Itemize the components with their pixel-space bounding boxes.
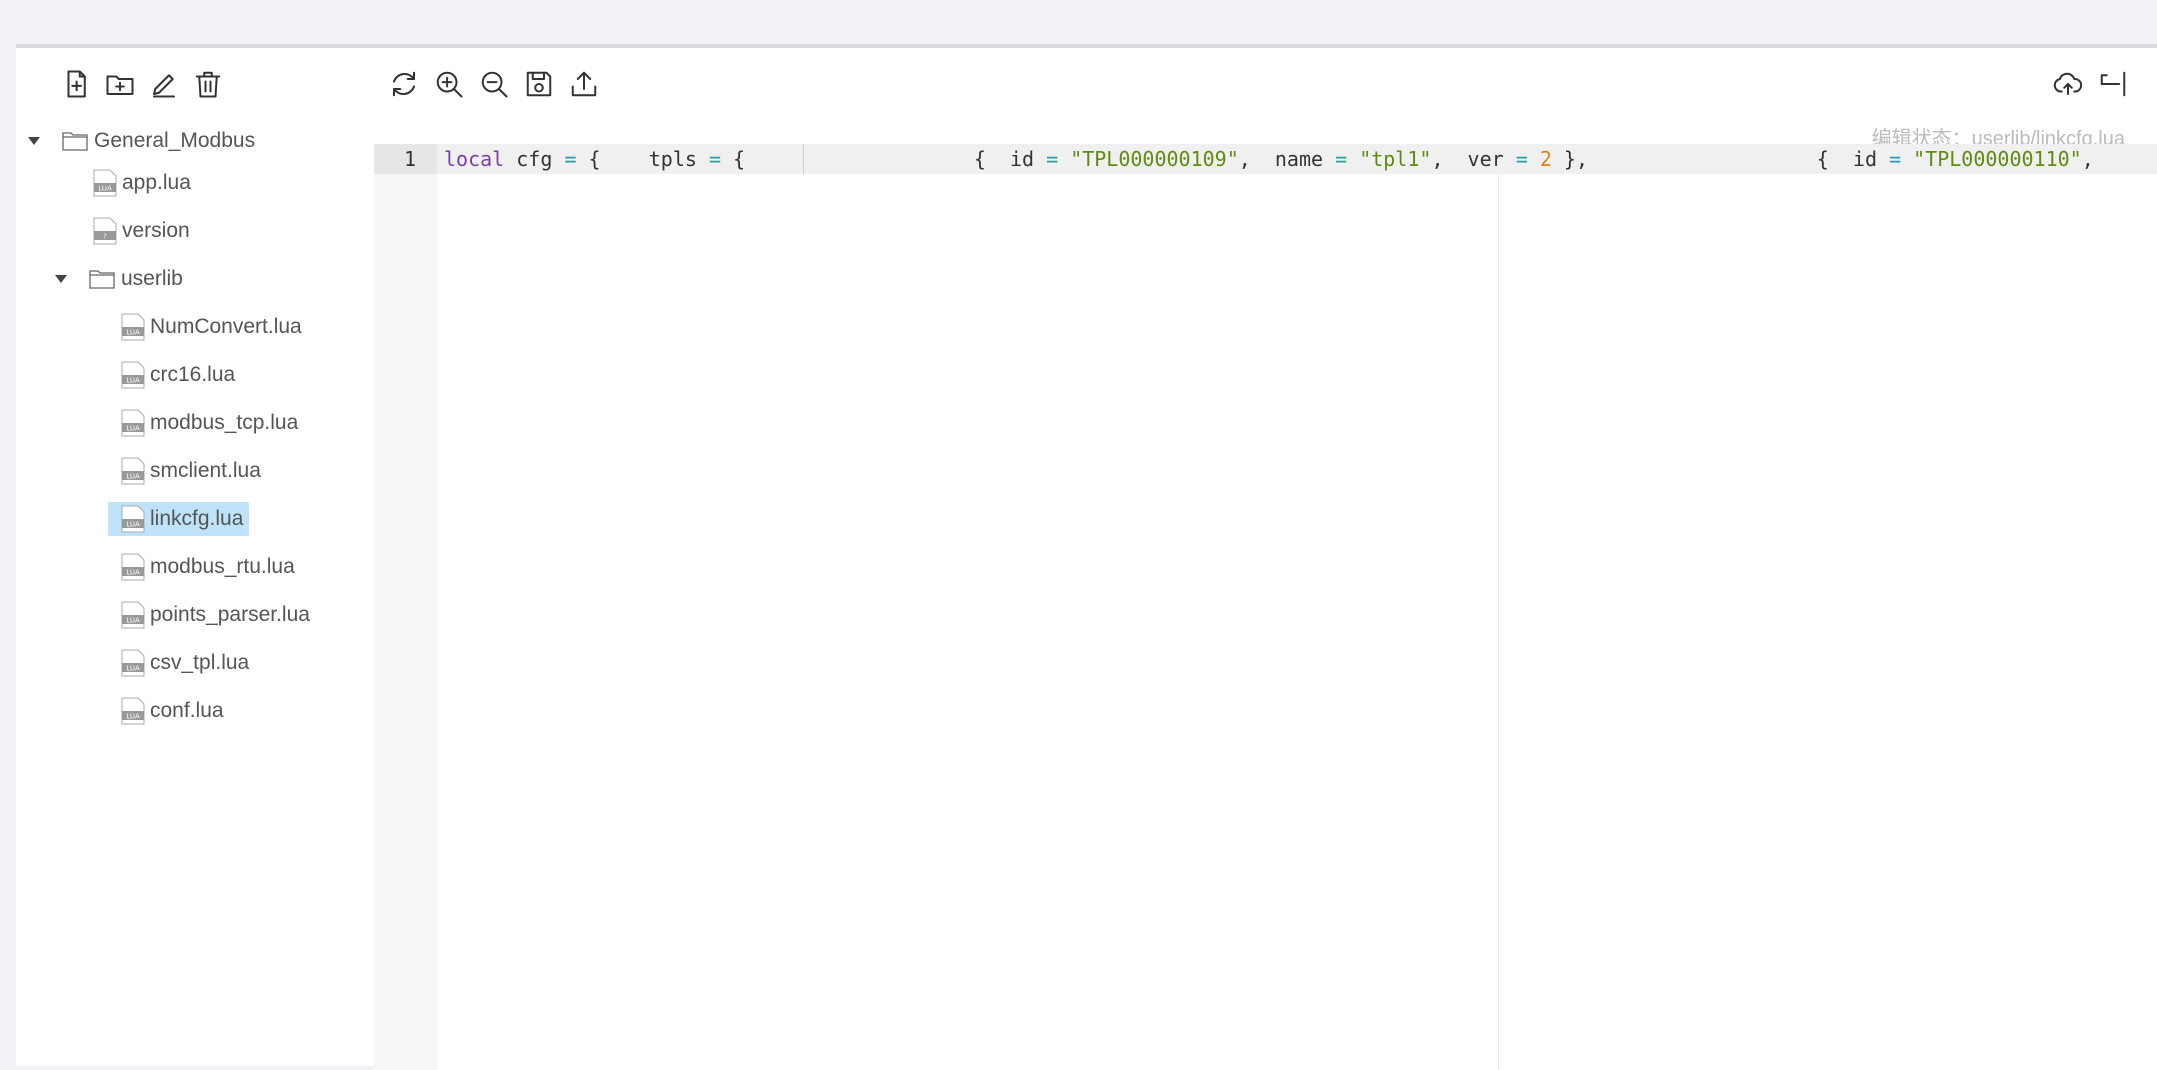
lua-file-icon: LUA — [120, 649, 146, 677]
code-token: = — [564, 147, 577, 171]
zoom-in-icon[interactable] — [431, 66, 467, 102]
tree-file[interactable]: LUA points_parser.lua — [120, 598, 310, 632]
lua-file-icon: LUA — [120, 505, 146, 533]
tree-root-folder[interactable]: General_Modbus — [28, 124, 255, 158]
delete-icon[interactable] — [190, 66, 226, 102]
tree-file[interactable]: LUA conf.lua — [120, 694, 224, 728]
svg-text:LUA: LUA — [126, 665, 140, 673]
save-icon[interactable] — [521, 66, 557, 102]
print-margin — [1498, 174, 1499, 1070]
code-token: = — [1515, 147, 1528, 171]
editor-gutter — [374, 144, 437, 1070]
tree-file-label: points_parser.lua — [150, 603, 310, 626]
svg-text:LUA: LUA — [98, 185, 112, 193]
lua-file-icon: LUA — [120, 697, 146, 725]
lua-file-icon: LUA — [92, 169, 118, 197]
tree-file-label: csv_tpl.lua — [150, 651, 250, 674]
lua-file-icon: LUA — [120, 457, 146, 485]
code-token: , ver — [1431, 147, 1516, 171]
tree-file-app-lua[interactable]: LUA app.lua — [92, 166, 191, 200]
tree-file-label: NumConvert.lua — [150, 315, 302, 338]
svg-text:?: ? — [103, 233, 107, 241]
code-token: , name — [1238, 147, 1336, 171]
tree-file-label: version — [122, 219, 190, 242]
lua-file-icon: LUA — [120, 313, 146, 341]
code-editor[interactable]: 1 local cfg = { tpls = { { id = "TPL0000… — [374, 144, 2157, 1070]
tree-root-label: General_Modbus — [94, 129, 256, 152]
export-icon[interactable] — [566, 66, 602, 102]
svg-text:LUA: LUA — [126, 425, 140, 433]
caret-down-icon[interactable] — [28, 137, 40, 145]
svg-text:LUA: LUA — [126, 377, 140, 385]
code-token: = — [1335, 147, 1348, 171]
folder-icon — [62, 130, 88, 152]
code-token: { { id — [720, 147, 1047, 171]
tree-folder-label: userlib — [121, 267, 183, 290]
code-token: = — [1889, 147, 1902, 171]
code-token: }, { id — [1551, 147, 1890, 171]
code-token: = — [708, 147, 721, 171]
code-line[interactable]: local cfg = { tpls = { { id = "TPL000000… — [444, 147, 2094, 171]
code-token: cfg — [504, 147, 565, 171]
new-file-icon[interactable] — [58, 66, 94, 102]
code-token: "TPL000000110" — [1913, 147, 2082, 171]
tree-file[interactable]: LUA smclient.lua — [120, 454, 261, 488]
main-panel: 编辑状态：userlib/linkcfg.lua General_Modbus … — [16, 44, 2157, 1070]
tree-file[interactable]: LUA NumConvert.lua — [120, 310, 302, 344]
tree-file-version[interactable]: ? version — [92, 214, 190, 248]
lua-file-icon: LUA — [120, 601, 146, 629]
tree-file-label: modbus_tcp.lua — [150, 411, 299, 434]
new-folder-icon[interactable] — [102, 66, 138, 102]
svg-text:LUA: LUA — [126, 569, 140, 577]
code-token: 2 — [1539, 147, 1552, 171]
folder-icon — [89, 268, 115, 290]
upload-cloud-icon[interactable] — [2050, 66, 2086, 102]
line-number: 1 — [403, 147, 416, 171]
exit-icon[interactable] — [2095, 66, 2131, 102]
tree-file-label: linkcfg.lua — [150, 507, 244, 530]
lua-file-icon: LUA — [120, 553, 146, 581]
svg-text:LUA: LUA — [126, 521, 140, 529]
code-token: = — [1046, 147, 1059, 171]
lua-file-icon: LUA — [120, 409, 146, 437]
svg-text:LUA: LUA — [126, 713, 140, 721]
svg-text:LUA: LUA — [126, 617, 140, 625]
rename-icon[interactable] — [146, 66, 182, 102]
tree-file-label: crc16.lua — [150, 363, 236, 386]
tree-file[interactable]: LUA modbus_rtu.lua — [120, 550, 295, 584]
code-token: local — [444, 147, 505, 171]
tree-file-label: modbus_rtu.lua — [150, 555, 295, 578]
tree-folder-userlib[interactable]: userlib — [55, 262, 183, 296]
code-token: "tpl1" — [1359, 147, 1432, 171]
tree-file-label: app.lua — [122, 171, 191, 194]
tree-file[interactable]: LUA crc16.lua — [120, 358, 235, 392]
svg-text:LUA: LUA — [126, 329, 140, 337]
code-token: , — [2081, 147, 2094, 171]
refresh-icon[interactable] — [386, 66, 422, 102]
code-token: "TPL000000109" — [1070, 147, 1239, 171]
tree-file-selected[interactable]: LUA linkcfg.lua — [108, 502, 250, 536]
tree-file[interactable]: LUA modbus_tcp.lua — [120, 406, 298, 440]
tree-file[interactable]: LUA csv_tpl.lua — [120, 646, 249, 680]
lua-file-icon: LUA — [120, 361, 146, 389]
svg-text:LUA: LUA — [126, 473, 140, 481]
code-token: { tpls — [576, 147, 709, 171]
caret-down-icon[interactable] — [55, 275, 67, 283]
tree-file-label: conf.lua — [150, 699, 224, 722]
tree-file-label: smclient.lua — [150, 459, 261, 482]
zoom-out-icon[interactable] — [476, 66, 512, 102]
file-icon: ? — [92, 217, 118, 245]
